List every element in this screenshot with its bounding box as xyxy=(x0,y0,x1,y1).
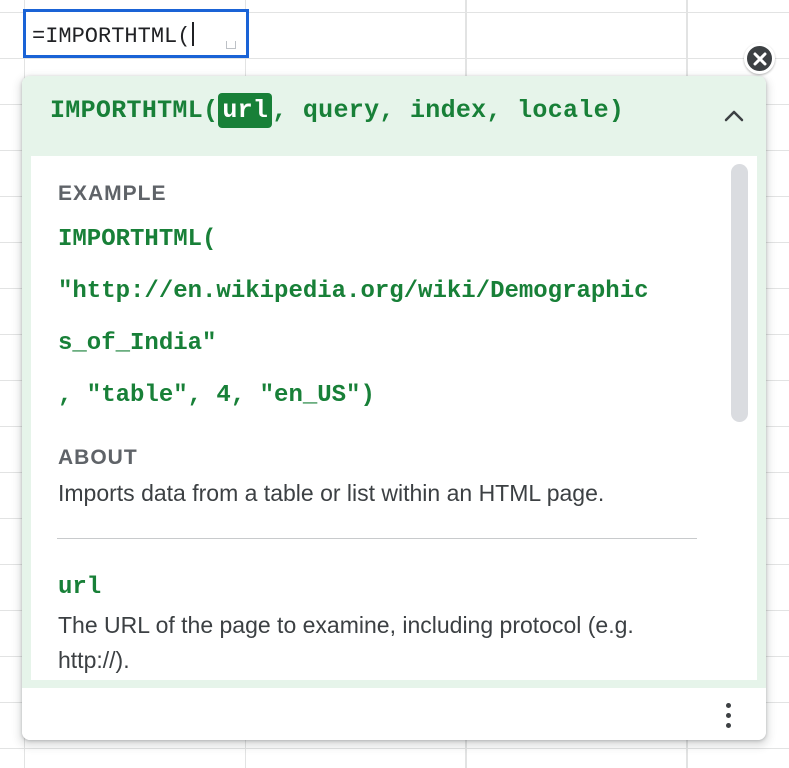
help-body[interactable]: EXAMPLE IMPORTHTML( "http://en.wikipedia… xyxy=(31,156,757,680)
help-body-frame xyxy=(757,156,766,680)
collapse-help-button[interactable] xyxy=(720,102,748,130)
help-body-frame xyxy=(22,156,31,680)
about-heading: ABOUT xyxy=(58,446,138,469)
parameter-name: url xyxy=(58,574,102,601)
more-options-button[interactable] xyxy=(714,698,742,732)
parameter-description: The URL of the page to examine, includin… xyxy=(58,612,634,673)
section-divider xyxy=(57,538,697,539)
formula-text[interactable]: =IMPORTHTML( xyxy=(32,24,190,49)
help-body-frame xyxy=(22,680,766,688)
chevron-up-icon xyxy=(724,110,744,122)
text-caret xyxy=(192,22,195,46)
signature-function-name: IMPORTHTML( xyxy=(50,96,219,125)
help-scrollbar-thumb[interactable] xyxy=(731,164,748,422)
example-line: s_of_India" xyxy=(58,330,217,357)
formula-help-card: IMPORTHTML(url, query, index, locale) EX… xyxy=(22,76,766,740)
signature-active-parameter: url xyxy=(218,93,273,128)
example-line: "http://en.wikipedia.org/wiki/Demographi… xyxy=(58,278,649,305)
help-footer xyxy=(22,688,766,740)
function-signature: IMPORTHTML(url, query, index, locale) xyxy=(50,93,625,128)
example-line: IMPORTHTML( xyxy=(58,226,217,253)
cell-editor-resize-handle[interactable] xyxy=(226,41,236,49)
example-line: , "table", 4, "en_US") xyxy=(58,382,375,409)
close-icon xyxy=(753,52,766,65)
signature-remaining-parameters: , query, index, locale) xyxy=(272,96,625,125)
example-heading: EXAMPLE xyxy=(58,182,167,205)
help-header[interactable]: IMPORTHTML(url, query, index, locale) xyxy=(22,76,766,156)
more-vert-icon xyxy=(725,702,731,728)
about-text: Imports data from a table or list within… xyxy=(58,480,605,506)
cell-editor[interactable]: =IMPORTHTML( xyxy=(23,9,249,58)
close-help-button[interactable] xyxy=(744,43,775,74)
